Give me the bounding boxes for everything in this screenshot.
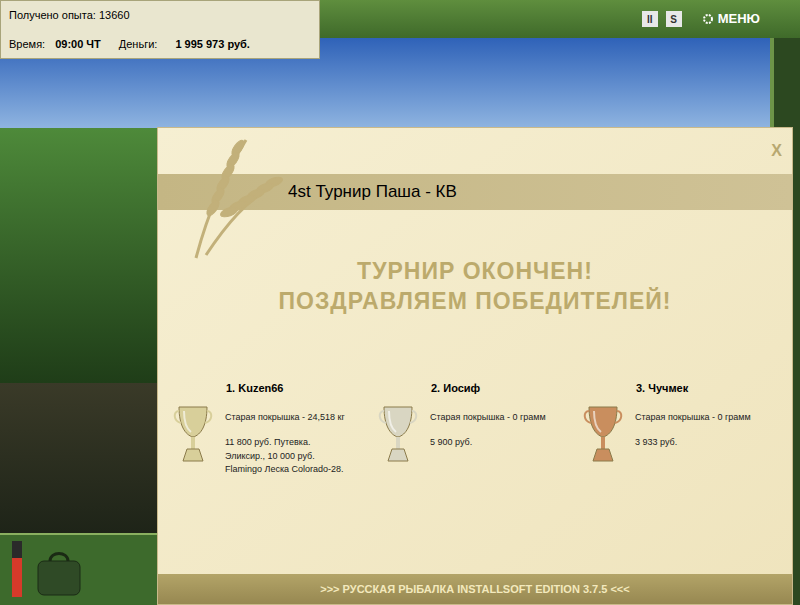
winner-catch: Старая покрышка - 24,518 кг [225, 411, 373, 425]
winner-catch: Старая покрышка - 0 грамм [635, 411, 783, 425]
menu-button[interactable]: МЕНЮ [690, 9, 760, 29]
power-meter [12, 541, 22, 597]
bottom-hud [0, 533, 157, 605]
winner-card: 1. Kuzen66 Старая покрышка - 24,518 кг 11 … [173, 380, 378, 477]
wheat-logo-icon [176, 130, 286, 260]
winners: 1. Kuzen66 Старая покрышка - 24,518 кг 11 … [158, 316, 792, 477]
dialog-title: 4st Турнир Паша - КВ [288, 179, 457, 205]
forest [0, 128, 157, 383]
dialog-footer: >>> РУССКАЯ РЫБАЛКА INSTALLSOFT EDITION … [158, 574, 792, 604]
winner-catch: Старая покрышка - 0 грамм [430, 411, 578, 425]
pause-button[interactable]: II [642, 11, 658, 27]
trophy-icon [173, 403, 213, 465]
winner-prize: 5 900 руб. [430, 436, 578, 450]
experience: Получено опыта: 13660 [9, 7, 311, 24]
winner-name: 3. Чучмек [583, 380, 788, 403]
winner-prize: Эликсир., 10 000 руб. [225, 450, 373, 464]
winner-prize: 11 800 руб. Путевка. [225, 436, 373, 450]
tournament-dialog: X 4st Турнир Паша - КВ ТУРНИР ОКОНЧЕН!ПОЗД… [157, 127, 793, 605]
winner-card: 3. Чучмек Старая покрышка - 0 грамм 3 933 … [583, 380, 788, 477]
winner-name: 1. Kuzen66 [173, 380, 378, 403]
close-button[interactable]: X [771, 139, 782, 163]
winner-prize: 3 933 руб. [635, 436, 783, 450]
trophy-icon [378, 403, 418, 465]
gear-icon [702, 13, 714, 25]
bag-icon[interactable] [34, 547, 84, 597]
info-panel: Получено опыта: 13660Время:09:00 ЧТДеньг… [0, 0, 320, 59]
trophy-icon [583, 403, 623, 465]
water [0, 383, 157, 533]
game-screen: II S МЕНЮ Получено опыта: 13660Время:09:00 … [0, 0, 800, 605]
winner-prize: Flamingo Леска Colorado-28. [225, 463, 373, 477]
winner-card: 2. Иосиф Старая покрышка - 0 грамм 5 900 р… [378, 380, 583, 477]
sound-button[interactable]: S [666, 11, 682, 27]
winner-name: 2. Иосиф [378, 380, 583, 403]
heading: ТУРНИР ОКОНЧЕН!ПОЗДРАВЛЯЕМ ПОБЕДИТЕЛЕЙ! [158, 210, 792, 316]
